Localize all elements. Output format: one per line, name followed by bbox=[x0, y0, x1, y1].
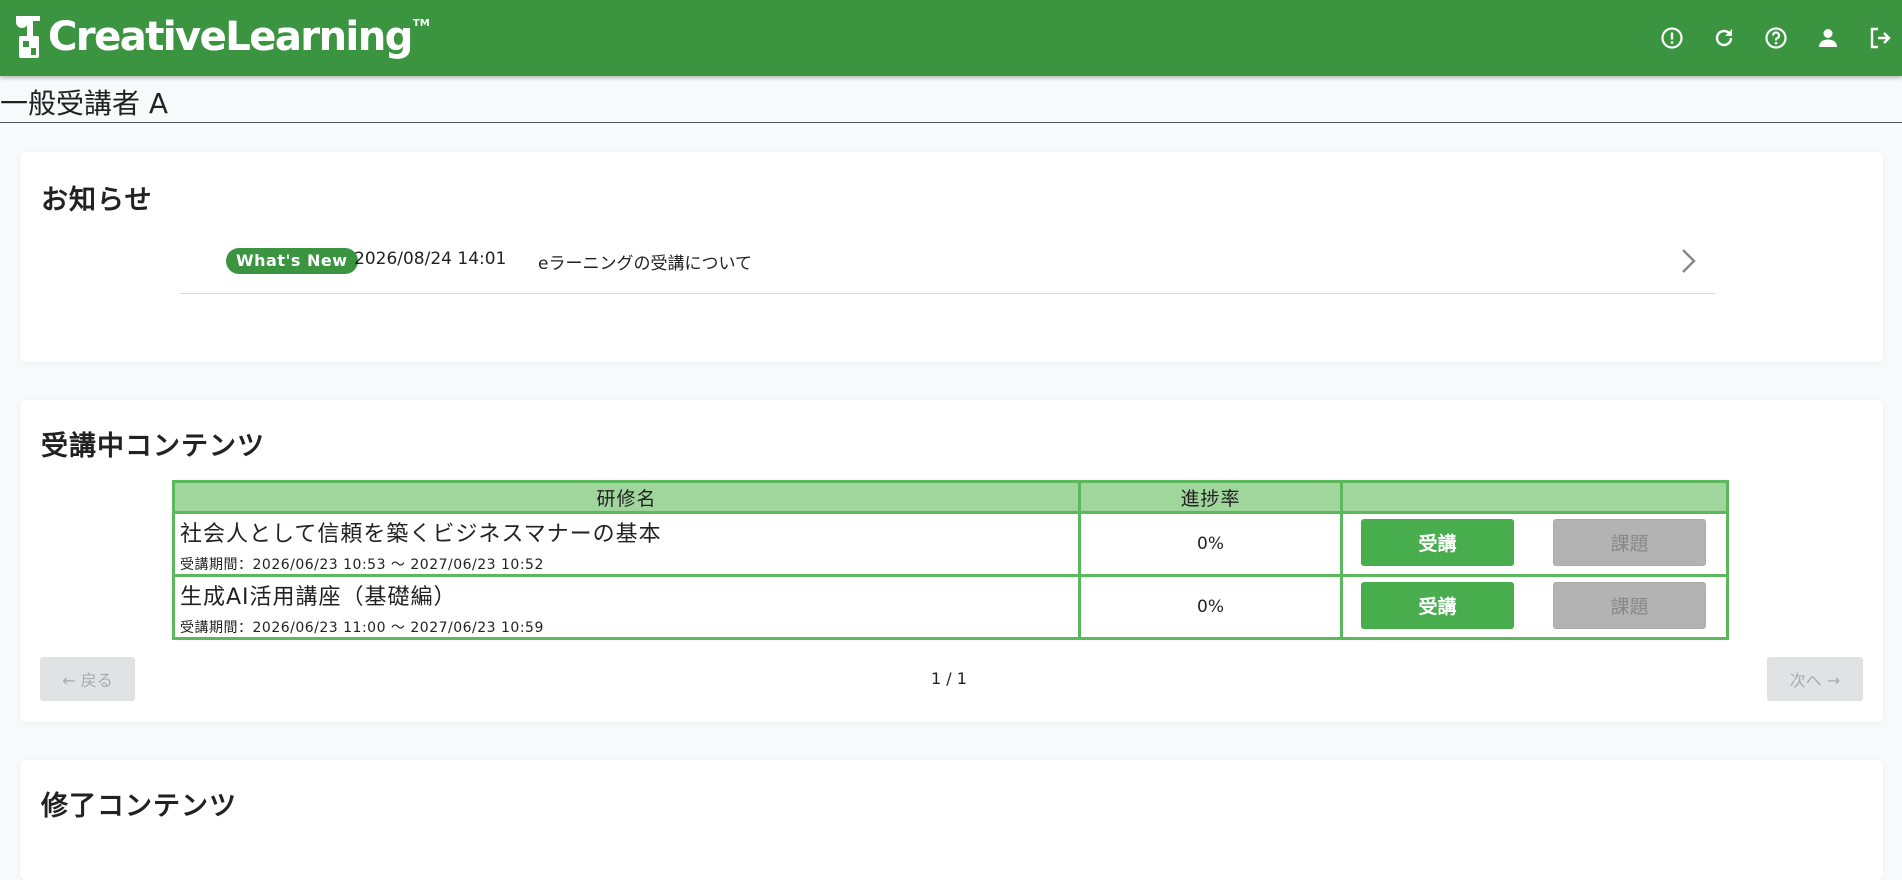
column-header-progress: 進捗率 bbox=[1078, 480, 1343, 514]
table-row: 生成AI活用講座（基礎編） 受講期間：2026/06/23 11:00 〜 20… bbox=[172, 574, 1729, 640]
current-contents-title: 受講中コンテンツ bbox=[41, 431, 265, 462]
logo-mascot-icon bbox=[12, 12, 46, 62]
course-progress: 0% bbox=[1078, 511, 1343, 577]
logout-icon[interactable] bbox=[1862, 20, 1898, 56]
assignment-button[interactable]: 課題 bbox=[1553, 582, 1706, 629]
user-icon[interactable] bbox=[1810, 20, 1846, 56]
news-item[interactable]: What's New 2026/08/24 14:01 eラーニングの受講につい… bbox=[180, 238, 1715, 294]
course-actions: 受講 課題 bbox=[1340, 574, 1729, 640]
user-bar: 一般受講者 A bbox=[0, 76, 1902, 123]
course-cell: 社会人として信頼を築くビジネスマナーの基本 受講期間：2026/06/23 10… bbox=[172, 511, 1081, 577]
course-name: 社会人として信頼を築くビジネスマナーの基本 bbox=[180, 522, 662, 547]
take-course-button[interactable]: 受講 bbox=[1361, 582, 1514, 629]
assignment-button[interactable]: 課題 bbox=[1553, 519, 1706, 566]
news-badge: What's New bbox=[226, 248, 358, 274]
course-cell: 生成AI活用講座（基礎編） 受講期間：2026/06/23 11:00 〜 20… bbox=[172, 574, 1081, 640]
app-header: CreativeLearning TM bbox=[0, 0, 1902, 76]
chevron-right-icon bbox=[1679, 246, 1699, 276]
pager-label: 1 / 1 bbox=[931, 669, 967, 688]
course-table: 研修名 進捗率 社会人として信頼を築くビジネスマナーの基本 受講期間：2026/… bbox=[172, 480, 1729, 640]
course-period: 受講期間：2026/06/23 11:00 〜 2027/06/23 10:59 bbox=[180, 620, 544, 636]
help-icon[interactable] bbox=[1758, 20, 1794, 56]
take-course-button[interactable]: 受講 bbox=[1361, 519, 1514, 566]
course-period: 受講期間：2026/06/23 10:53 〜 2027/06/23 10:52 bbox=[180, 557, 544, 573]
course-actions: 受講 課題 bbox=[1340, 511, 1729, 577]
table-row: 社会人として信頼を築くビジネスマナーの基本 受講期間：2026/06/23 10… bbox=[172, 511, 1729, 577]
user-name: 一般受講者 A bbox=[0, 87, 169, 120]
column-header-actions bbox=[1340, 480, 1729, 514]
pager-prev-button[interactable]: ← 戻る bbox=[40, 657, 135, 701]
refresh-icon[interactable] bbox=[1706, 20, 1742, 56]
logo[interactable]: CreativeLearning TM bbox=[12, 12, 430, 62]
alert-icon[interactable] bbox=[1654, 20, 1690, 56]
news-text: eラーニングの受講について bbox=[538, 254, 752, 274]
news-title: お知らせ bbox=[41, 185, 153, 216]
completed-contents-title: 修了コンテンツ bbox=[41, 791, 237, 822]
logo-text: CreativeLearning bbox=[48, 14, 413, 60]
table-header-row: 研修名 進捗率 bbox=[172, 480, 1729, 514]
news-card: お知らせ What's New 2026/08/24 14:01 eラーニングの… bbox=[20, 152, 1883, 362]
column-header-name: 研修名 bbox=[172, 480, 1081, 514]
current-contents-card: 受講中コンテンツ 研修名 進捗率 社会人として信頼を築くビジネスマナーの基本 受… bbox=[20, 400, 1883, 722]
pager-next-button[interactable]: 次へ → bbox=[1767, 657, 1863, 701]
news-date: 2026/08/24 14:01 bbox=[354, 249, 507, 269]
header-actions bbox=[1638, 20, 1902, 56]
course-progress: 0% bbox=[1078, 574, 1343, 640]
course-name: 生成AI活用講座（基礎編） bbox=[180, 585, 457, 610]
completed-contents-card: 修了コンテンツ bbox=[20, 760, 1883, 880]
logo-trademark: TM bbox=[412, 17, 430, 29]
